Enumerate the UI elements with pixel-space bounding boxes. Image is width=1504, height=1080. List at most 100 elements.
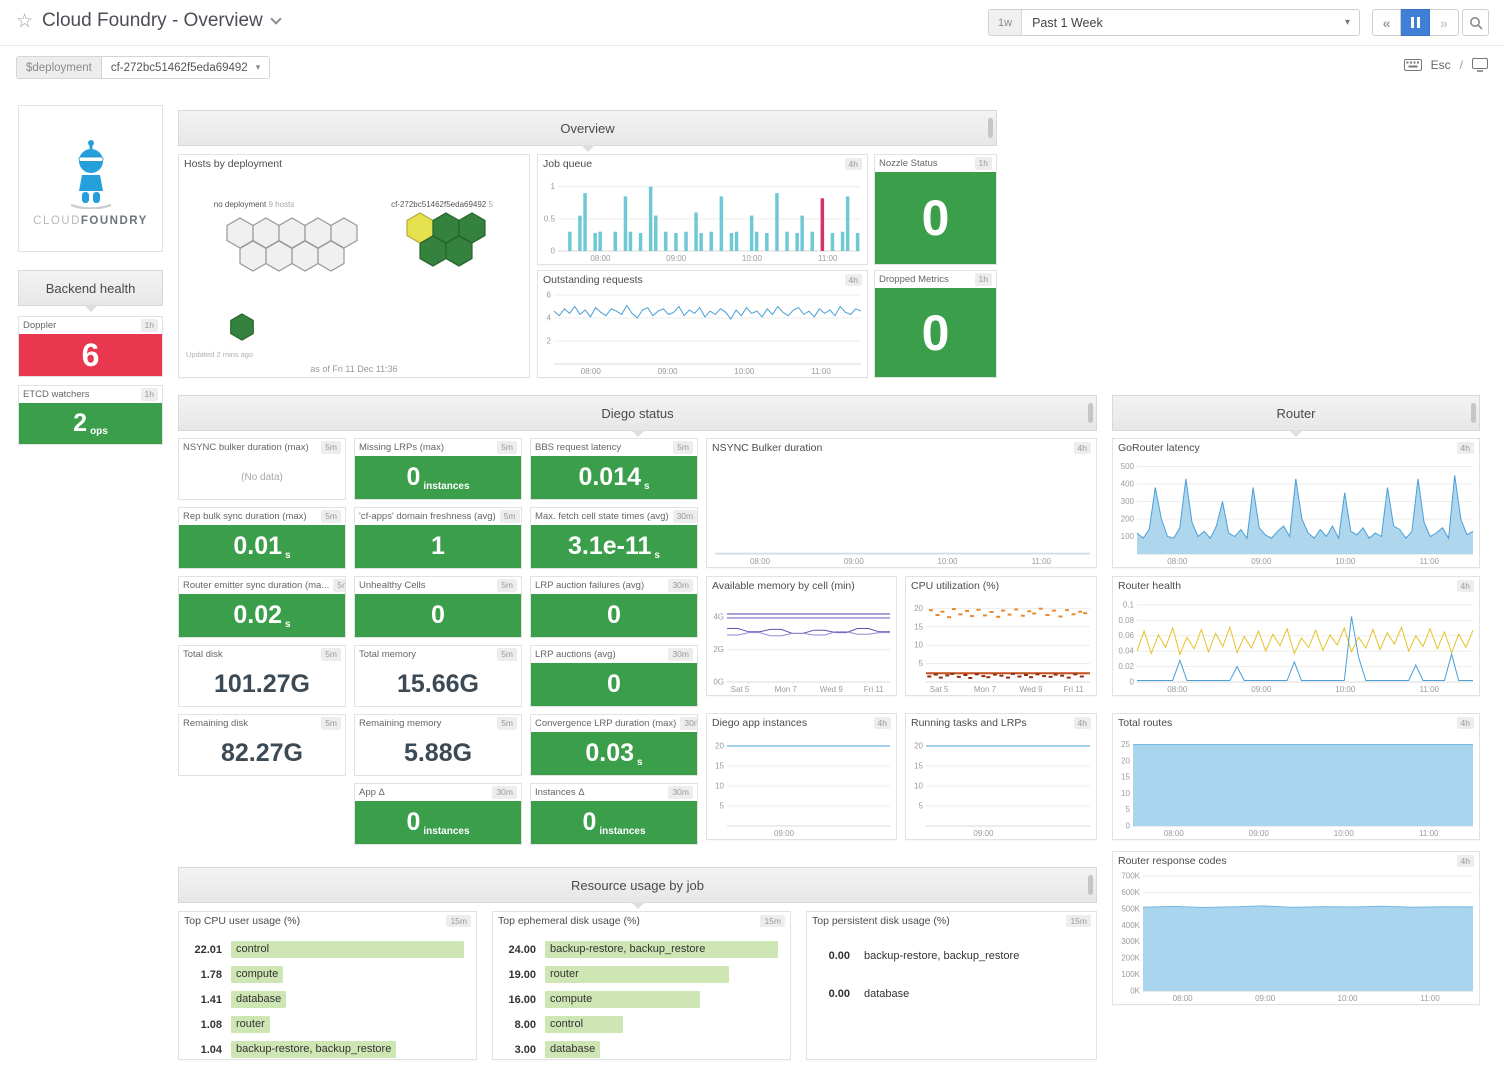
tile-label: Instances Δ <box>535 787 585 798</box>
toplist-bar-area: database <box>859 986 1084 1003</box>
chart-svg: 510152009:00 <box>707 732 896 839</box>
tile-total-memory[interactable]: Total memory5m15.66G <box>354 645 522 707</box>
svg-text:0.08: 0.08 <box>1118 616 1134 625</box>
time-badge: 30m <box>668 648 693 660</box>
widget-top-cpu-usage[interactable]: Top CPU user usage (%)15m 22.01control1.… <box>178 911 477 1060</box>
toplist-label: backup-restore, backup_restore <box>864 950 1019 962</box>
toplist-row[interactable]: 1.41database <box>185 987 464 1012</box>
tile-nsync-bulker-duration-max[interactable]: NSYNC bulker duration (max)5m(No data) <box>178 438 346 500</box>
toplist-row[interactable]: 22.01control <box>185 937 464 962</box>
toplist-row[interactable]: 3.00database <box>499 1037 778 1062</box>
cloud-foundry-logo <box>46 131 136 209</box>
variable-value-select[interactable]: cf-272bc51462f5eda69492▾ <box>102 57 269 78</box>
svg-text:10:00: 10:00 <box>1338 994 1359 1003</box>
scrollbar-handle[interactable] <box>1088 403 1093 423</box>
chevron-down-icon[interactable] <box>270 13 281 24</box>
widget-diego-app-instances[interactable]: Diego app instances4h 510152009:00 <box>706 713 897 840</box>
time-back-button[interactable]: « <box>1372 9 1401 36</box>
scrollbar-handle[interactable] <box>1471 403 1476 423</box>
hosts-asof: as of Fri 11 Dec 11:36 <box>179 364 529 374</box>
svg-text:0.06: 0.06 <box>1118 631 1134 640</box>
time-badge: 15m <box>446 915 471 927</box>
tile-etcd-watchers[interactable]: ETCD watchers1h 2ops <box>18 385 163 445</box>
toplist-row[interactable]: 16.00compute <box>499 987 778 1012</box>
tile-dropped-metrics[interactable]: Dropped Metrics1h 0 <box>874 270 997 378</box>
favorite-star-icon[interactable]: ☆ <box>16 12 33 31</box>
tile-remaining-memory[interactable]: Remaining memory5m5.88G <box>354 714 522 776</box>
toplist-row[interactable]: 0.00database <box>813 975 1084 1013</box>
toplist-bar-area: router <box>545 966 778 983</box>
toplist-row[interactable]: 1.04backup-restore, backup_restore <box>185 1037 464 1062</box>
tile-missing-lrps-max[interactable]: Missing LRPs (max)5m0instances <box>354 438 522 500</box>
toplist-row[interactable]: 1.78compute <box>185 962 464 987</box>
tile-convergence-lrp-duration-max[interactable]: Convergence LRP duration (max)30m0.03s <box>530 714 698 776</box>
widget-outstanding-requests[interactable]: Outstanding requests4h 24608:0009:0010:0… <box>537 270 868 378</box>
tile-bbs-request-latency[interactable]: BBS request latency5m0.014s <box>530 438 698 500</box>
widget-cpu-utilization[interactable]: CPU utilization (%) 5101520Sat 5Mon 7Wed… <box>905 576 1097 696</box>
widget-gorouter-latency[interactable]: GoRouter latency4h 10020030040050008:000… <box>1112 438 1480 568</box>
scrollbar-handle[interactable] <box>1088 875 1093 895</box>
time-nav-buttons: « » <box>1372 9 1459 36</box>
time-range-picker[interactable]: 1w Past 1 Week ▾ <box>988 9 1360 36</box>
tile-unhealthy-cells[interactable]: Unhealthy Cells5m0 <box>354 576 522 638</box>
svg-text:1: 1 <box>551 182 556 191</box>
toplist-row[interactable]: 8.00control <box>499 1012 778 1037</box>
search-button[interactable] <box>1462 9 1489 36</box>
toplist-row[interactable]: 19.00router <box>499 962 778 987</box>
widget-nsync-bulker-duration[interactable]: NSYNC Bulker duration4h 08:0009:0010:001… <box>706 438 1097 568</box>
tile-doppler[interactable]: Doppler1h 6 <box>18 316 163 377</box>
section-resource-usage: Resource usage by job <box>178 867 1097 903</box>
toplist-row[interactable]: 1.08router <box>185 1012 464 1037</box>
svg-text:500K: 500K <box>1121 904 1140 913</box>
keyboard-shortcuts-icon[interactable] <box>1404 59 1422 71</box>
tv-mode-icon[interactable] <box>1472 58 1488 72</box>
time-badge: 5m <box>497 579 517 591</box>
host-group-label: no deployment 9 hosts <box>214 200 295 209</box>
toplist-row[interactable]: 0.00backup-restore, backup_restore <box>813 937 1084 975</box>
tile-label: Doppler <box>23 320 56 331</box>
widget-top-ephemeral-disk[interactable]: Top ephemeral disk usage (%)15m 24.00bac… <box>492 911 791 1060</box>
widget-top-persistent-disk[interactable]: Top persistent disk usage (%)15m 0.00bac… <box>806 911 1097 1060</box>
time-forward-button[interactable]: » <box>1430 9 1459 36</box>
tile-label: Nozzle Status <box>879 158 938 169</box>
toplist-bar-area: router <box>231 1016 464 1033</box>
widget-hosts-by-deployment[interactable]: Hosts by deployment no deployment 9 host… <box>178 154 530 378</box>
widget-running-tasks-lrps[interactable]: Running tasks and LRPs4h 510152009:00 <box>905 713 1097 840</box>
toplist-row[interactable]: 24.00backup-restore, backup_restore <box>499 937 778 962</box>
scrollbar-handle[interactable] <box>988 118 993 138</box>
tile-rep-bulk-sync-duration-max[interactable]: Rep bulk sync duration (max)5m0.01s <box>178 507 346 569</box>
svg-text:0.04: 0.04 <box>1118 647 1134 656</box>
tile-label: ETCD watchers <box>23 389 90 400</box>
tile-lrp-auction-failures-avg[interactable]: LRP auction failures (avg)30m0 <box>530 576 698 638</box>
deployment-variable[interactable]: $deployment cf-272bc51462f5eda69492▾ <box>16 56 270 79</box>
dashboard-title[interactable]: Cloud Foundry - Overview <box>42 10 263 32</box>
top-persistent-list: 0.00backup-restore, backup_restore0.00da… <box>807 932 1096 1059</box>
tile-nozzle-status[interactable]: Nozzle Status1h 0 <box>874 154 997 265</box>
tile-label: NSYNC bulker duration (max) <box>183 442 309 453</box>
top-cpu-list: 22.01control1.78compute1.41database1.08r… <box>179 932 476 1059</box>
widget-router-response-codes[interactable]: Router response codes4h 0K100K200K300K40… <box>1112 851 1480 1005</box>
svg-text:Wed 9: Wed 9 <box>820 685 844 694</box>
widget-router-health[interactable]: Router health4h 00.020.040.060.080.108:0… <box>1112 576 1480 696</box>
tile-max-fetch-cell-state-times-avg[interactable]: Max. fetch cell state times (avg)30m3.1e… <box>530 507 698 569</box>
pause-button[interactable] <box>1401 9 1430 36</box>
svg-text:11:00: 11:00 <box>1420 557 1440 566</box>
widget-total-routes[interactable]: Total routes4h 051015202508:0009:0010:00… <box>1112 713 1480 840</box>
tile-total-disk[interactable]: Total disk5m101.27G <box>178 645 346 707</box>
widget-available-memory[interactable]: Available memory by cell (min) 0G2G4GSat… <box>706 576 897 696</box>
host-hexagon[interactable] <box>231 314 254 340</box>
chart-svg: 510152009:00 <box>906 732 1096 839</box>
widget-title: GoRouter latency <box>1118 442 1200 454</box>
tile-remaining-disk[interactable]: Remaining disk5m82.27G <box>178 714 346 776</box>
toplist-bar-area: compute <box>545 991 778 1008</box>
tile-router-emitter-sync-duration-ma[interactable]: Router emitter sync duration (ma...5m0.0… <box>178 576 346 638</box>
tile-lrp-auctions-avg[interactable]: LRP auctions (avg)30m0 <box>530 645 698 707</box>
svg-text:08:00: 08:00 <box>1173 994 1194 1003</box>
tile-cf-apps-domain-freshness-avg[interactable]: 'cf-apps' domain freshness (avg)5m1 <box>354 507 522 569</box>
widget-job-queue[interactable]: Job queue4h 00.5108:0009:0010:0011:00 <box>537 154 868 265</box>
svg-text:11:00: 11:00 <box>818 254 838 263</box>
tile-value: 0 <box>607 672 621 697</box>
tile-value: 0 <box>582 810 596 835</box>
tile-instances[interactable]: Instances Δ30m0instances <box>530 783 698 845</box>
tile-app[interactable]: App Δ30m0instances <box>354 783 522 845</box>
